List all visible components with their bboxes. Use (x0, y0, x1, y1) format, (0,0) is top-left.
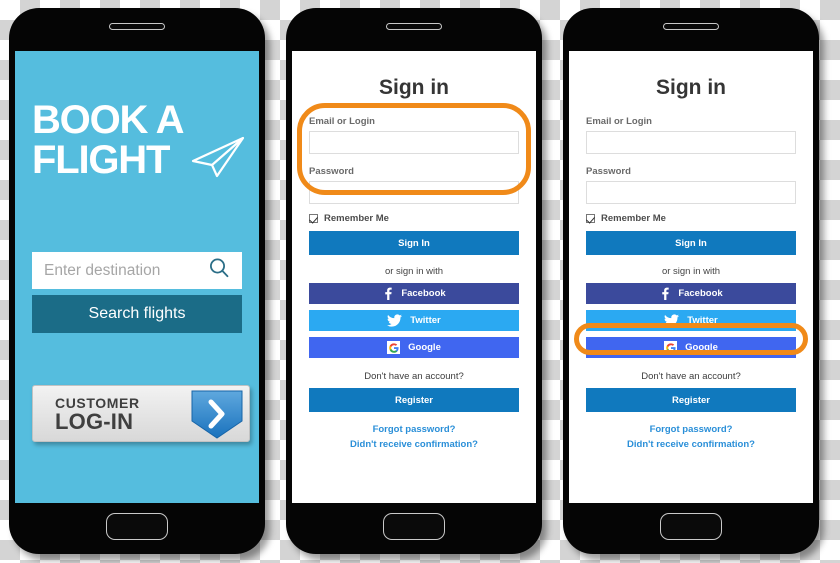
helper-links: Forgot password? Didn't receive confirma… (309, 412, 519, 452)
remember-me-checkbox[interactable] (586, 214, 595, 223)
earpiece-speaker-icon (663, 23, 719, 30)
email-input[interactable] (586, 131, 796, 154)
google-icon (387, 341, 401, 354)
google-signin-button[interactable]: Google (586, 337, 796, 358)
sign-in-button[interactable]: Sign In (586, 231, 796, 255)
phone-screen-promo: BOOK A FLIGHT Enter destination Search f… (15, 51, 259, 503)
google-label: Google (408, 342, 441, 353)
chevron-right-icon (189, 389, 245, 440)
password-field-label: Password (586, 166, 631, 177)
password-input[interactable] (309, 181, 519, 204)
customer-login-text: CUSTOMER LOG-IN (55, 395, 140, 433)
social-divider-label: or sign in with (384, 266, 444, 277)
phone-screen-signin-facebook: Sign in Email or Login Password Remember… (569, 51, 813, 503)
search-flights-label: Search flights (88, 305, 186, 322)
facebook-label: Facebook (678, 288, 723, 299)
remember-me-checkbox[interactable] (309, 214, 318, 223)
promo-screen: BOOK A FLIGHT Enter destination Search f… (15, 51, 259, 503)
sign-in-button[interactable]: Sign In (309, 231, 519, 255)
home-button[interactable] (660, 513, 722, 540)
forgot-password-link[interactable]: Forgot password? (309, 423, 519, 438)
google-icon (664, 341, 678, 354)
page-title: Sign in (656, 76, 726, 99)
facebook-signin-button[interactable]: Facebook (309, 283, 519, 304)
resend-confirmation-link[interactable]: Didn't receive confirmation? (309, 438, 519, 453)
facebook-label: Facebook (401, 288, 446, 299)
destination-search-box[interactable]: Enter destination (32, 252, 242, 289)
remember-me-label: Remember Me (601, 213, 666, 224)
register-label: Register (671, 394, 710, 406)
signin-form: Sign in Email or Login Password Remember… (292, 51, 536, 503)
twitter-signin-button[interactable]: Twitter (309, 310, 519, 331)
twitter-icon (664, 314, 680, 327)
forgot-password-link[interactable]: Forgot password? (586, 423, 796, 438)
page-title: Sign in (379, 76, 449, 99)
search-icon[interactable] (208, 257, 230, 284)
google-signin-button[interactable]: Google (309, 337, 519, 358)
helper-links: Forgot password? Didn't receive confirma… (586, 412, 796, 452)
twitter-label: Twitter (687, 315, 718, 326)
twitter-signin-button[interactable]: Twitter (586, 310, 796, 331)
remember-me-row[interactable]: Remember Me (586, 213, 796, 224)
remember-me-row[interactable]: Remember Me (309, 213, 519, 224)
resend-confirmation-link[interactable]: Didn't receive confirmation? (586, 438, 796, 453)
twitter-label: Twitter (410, 315, 441, 326)
facebook-icon (659, 287, 670, 300)
phone-device-signin-facebook: Sign in Email or Login Password Remember… (563, 8, 819, 554)
password-input[interactable] (586, 181, 796, 204)
home-button[interactable] (106, 513, 168, 540)
customer-login-button[interactable]: CUSTOMER LOG-IN (32, 385, 250, 442)
sign-in-label: Sign In (675, 237, 707, 249)
promo-headline-line1: BOOK A (32, 98, 185, 142)
search-input-placeholder: Enter destination (44, 261, 161, 279)
phone-device-signin-fields: Sign in Email or Login Password Remember… (286, 8, 542, 554)
google-label: Google (685, 342, 718, 353)
phone-device-promo: BOOK A FLIGHT Enter destination Search f… (9, 8, 265, 554)
register-prompt: Don't have an account? (364, 371, 464, 382)
facebook-signin-button[interactable]: Facebook (586, 283, 796, 304)
register-button[interactable]: Register (586, 388, 796, 412)
register-button[interactable]: Register (309, 388, 519, 412)
earpiece-speaker-icon (109, 23, 165, 30)
twitter-icon (387, 314, 403, 327)
phone-screen-signin-fields: Sign in Email or Login Password Remember… (292, 51, 536, 503)
screenshot-canvas: BOOK A FLIGHT Enter destination Search f… (0, 0, 840, 563)
facebook-icon (382, 287, 393, 300)
sign-in-label: Sign In (398, 237, 430, 249)
register-prompt: Don't have an account? (641, 371, 741, 382)
email-field-label: Email or Login (309, 116, 375, 127)
signin-form: Sign in Email or Login Password Remember… (569, 51, 813, 503)
email-input[interactable] (309, 131, 519, 154)
paper-plane-icon (190, 135, 246, 187)
customer-login-line2: LOG-IN (55, 409, 134, 434)
earpiece-speaker-icon (386, 23, 442, 30)
remember-me-label: Remember Me (324, 213, 389, 224)
social-divider-label: or sign in with (661, 266, 721, 277)
search-flights-button[interactable]: Search flights (32, 295, 242, 333)
home-button[interactable] (383, 513, 445, 540)
email-field-label: Email or Login (586, 116, 652, 127)
promo-headline: BOOK A FLIGHT (32, 51, 245, 180)
register-label: Register (394, 394, 433, 406)
password-field-label: Password (309, 166, 354, 177)
